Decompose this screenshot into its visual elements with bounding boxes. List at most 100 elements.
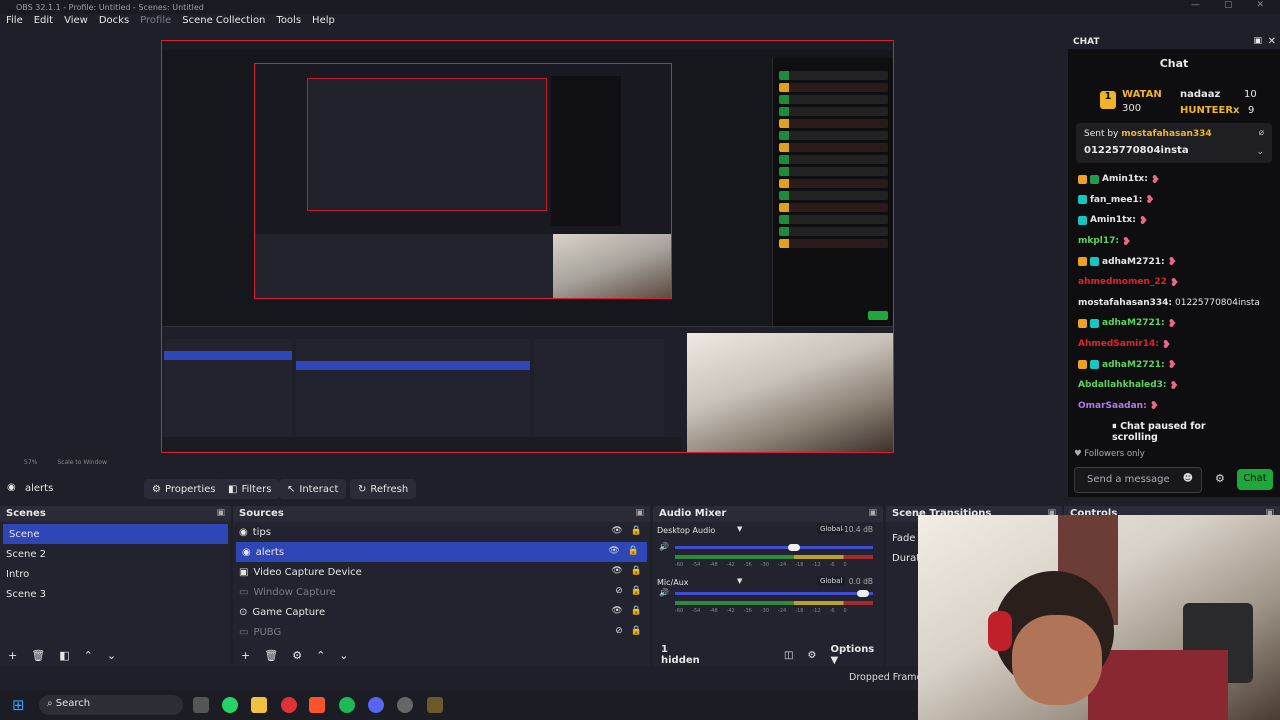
unpin-icon[interactable]: ⌀ [1259, 128, 1264, 138]
add-icon[interactable]: + [8, 649, 17, 662]
chat-username[interactable]: ahmedmomen_22 [1078, 277, 1167, 287]
chat-settings-icon[interactable]: ⚙ [1215, 472, 1225, 485]
chat-username[interactable]: AhmedSamir14: [1078, 339, 1159, 349]
eye-icon[interactable]: 👁 [608, 546, 619, 556]
eye-icon[interactable]: 👁 [611, 526, 622, 536]
app-icon[interactable] [281, 697, 297, 713]
chat-username[interactable]: OmarSaadan: [1078, 401, 1147, 411]
taskbar-search[interactable]: ⌕ Search [39, 695, 183, 715]
folder-icon[interactable] [251, 697, 267, 713]
source-item[interactable]: ◉ alerts 👁 🔒 [236, 542, 647, 562]
lock-icon[interactable]: 🔒 [631, 606, 642, 616]
scene-item[interactable]: Scene 2 [0, 544, 231, 564]
preview-area[interactable] [0, 35, 1063, 455]
close-icon[interactable]: ✕ [1268, 36, 1276, 47]
float-icon[interactable]: ▣ [868, 508, 877, 518]
float-icon[interactable]: ▣ [1253, 36, 1262, 46]
speaker-icon[interactable]: 🔊 [659, 588, 669, 597]
gear-icon[interactable]: ⚙ [807, 650, 816, 661]
obs-icon[interactable] [397, 697, 413, 713]
menu-tools[interactable]: Tools [276, 15, 301, 33]
trash-icon[interactable]: 🗑 [31, 649, 45, 662]
lock-icon[interactable]: 🔒 [631, 526, 642, 536]
speaker-icon[interactable]: 🔊 [659, 542, 669, 551]
source-item[interactable]: ◉ tips 👁 🔒 [233, 522, 650, 542]
chat-username[interactable]: adhaM2721: [1102, 360, 1165, 370]
discord-icon[interactable] [368, 697, 384, 713]
properties-button[interactable]: ⚙ Properties [144, 479, 224, 499]
preview-canvas[interactable] [161, 40, 894, 453]
chat-username[interactable]: Abdallahkhaled3: [1078, 380, 1167, 390]
source-item[interactable]: ▣ Video Capture Device 👁 🔒 [233, 562, 650, 582]
brave-icon[interactable] [309, 697, 325, 713]
eye-icon[interactable]: 👁 [611, 606, 622, 616]
move-down-icon[interactable]: ⌄ [339, 649, 348, 662]
zoom-percent[interactable]: 57% [24, 459, 37, 471]
hidden-count[interactable]: 1 hidden [661, 644, 708, 666]
zoom-mode[interactable]: Scale to Window [57, 459, 107, 471]
menu-scene-collection[interactable]: Scene Collection [182, 15, 265, 33]
chat-username[interactable]: mostafahasan334: [1078, 298, 1172, 308]
chat-input[interactable]: Send a message ☻ [1074, 467, 1202, 493]
chevron-down-icon[interactable]: ⌄ [1256, 147, 1264, 157]
menu-profile[interactable]: Profile [140, 15, 171, 33]
windows-start-icon[interactable]: ⊞ [12, 696, 25, 714]
refresh-button[interactable]: ↻ Refresh [350, 479, 417, 499]
menu-view[interactable]: View [64, 15, 88, 33]
float-icon[interactable]: ▣ [635, 508, 644, 518]
float-icon[interactable]: ▣ [216, 508, 225, 518]
game-icon[interactable] [427, 697, 443, 713]
task-view-icon[interactable] [193, 697, 209, 713]
pinned-message[interactable]: Sent by mostafahasan334 01225770804insta… [1076, 123, 1272, 163]
chat-username[interactable]: mkpl17: [1078, 236, 1119, 246]
move-up-icon[interactable]: ⌃ [316, 649, 325, 662]
chat-username[interactable]: adhaM2721: [1102, 318, 1165, 328]
scene-item[interactable]: Scene 3 [0, 584, 231, 604]
chat-send-button[interactable]: Chat [1237, 469, 1273, 490]
lock-icon[interactable]: 🔒 [628, 546, 639, 556]
chat-username[interactable]: Amin1tx: [1102, 174, 1148, 184]
menu-edit[interactable]: Edit [34, 15, 53, 33]
add-icon[interactable]: + [241, 649, 250, 662]
trash-icon[interactable]: 🗑 [264, 649, 278, 662]
volume-slider[interactable] [675, 546, 873, 549]
chat-username[interactable]: adhaM2721: [1102, 257, 1165, 267]
emote-icon[interactable]: ☻ [1183, 473, 1193, 484]
source-item[interactable]: ▭ PUBG ⊘ 🔒 [233, 622, 650, 642]
lock-icon[interactable]: 🔒 [631, 566, 642, 576]
chevron-down-icon[interactable]: ▼ [737, 577, 742, 585]
volume-knob[interactable] [787, 544, 800, 551]
filters-button[interactable]: ◧ Filters [220, 479, 280, 499]
scope-badge[interactable]: Global [817, 576, 846, 586]
gear-icon[interactable]: ⚙ [292, 649, 302, 662]
menu-file[interactable]: File [6, 15, 23, 33]
close-icon[interactable]: ✕ [1256, 0, 1264, 10]
whatsapp-icon[interactable] [222, 697, 238, 713]
move-down-icon[interactable]: ⌄ [107, 649, 116, 662]
options-button[interactable]: Options ▼ [830, 644, 883, 666]
lock-icon[interactable]: 🔒 [631, 626, 642, 636]
eye-off-icon[interactable]: ⊘ [615, 626, 623, 636]
chat-username[interactable]: fan_mee1: [1090, 195, 1142, 205]
scene-item[interactable]: Intro [0, 564, 231, 584]
eye-icon[interactable]: 👁 [611, 566, 622, 576]
volume-knob[interactable] [857, 590, 870, 597]
source-item[interactable]: ⊙ Game Capture 👁 🔒 [233, 602, 650, 622]
layout-icon[interactable]: ◫ [784, 650, 793, 661]
scene-item[interactable]: Scene [3, 524, 228, 544]
move-up-icon[interactable]: ⌃ [84, 649, 93, 662]
minimize-icon[interactable]: — [1191, 0, 1200, 10]
chevron-down-icon[interactable]: ▼ [737, 525, 742, 533]
lock-icon[interactable]: 🔒 [631, 586, 642, 596]
source-item[interactable]: ▭ Window Capture ⊘ 🔒 [233, 582, 650, 602]
filter-icon[interactable]: ◧ [59, 649, 69, 662]
eye-off-icon[interactable]: ⊘ [615, 586, 623, 596]
menu-docks[interactable]: Docks [99, 15, 129, 33]
spotify-icon[interactable] [339, 697, 355, 713]
menu-help[interactable]: Help [312, 15, 335, 33]
chat-paused-notice[interactable]: ⏸ Chat paused for scrolling [1108, 419, 1240, 443]
interact-button[interactable]: ↖ Interact [279, 479, 347, 499]
volume-slider[interactable] [675, 592, 873, 595]
chat-username[interactable]: Amin1tx: [1090, 215, 1136, 225]
maximize-icon[interactable]: ▢ [1224, 0, 1233, 10]
